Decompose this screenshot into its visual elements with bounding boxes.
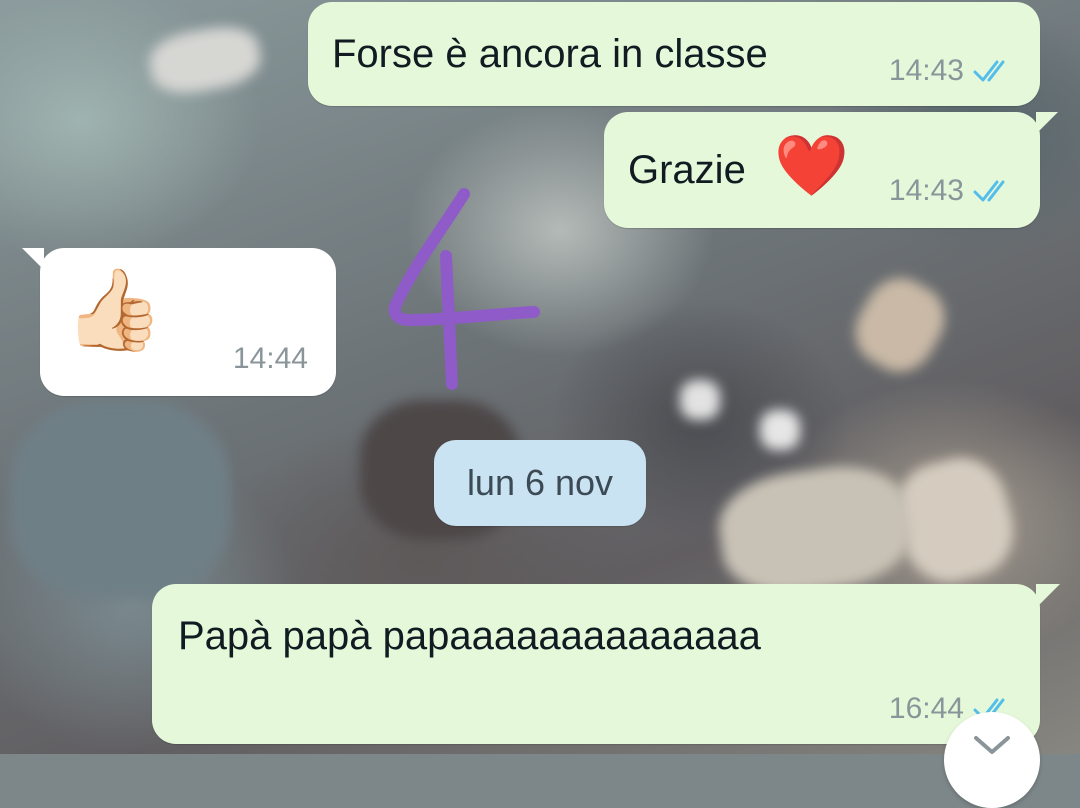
message-incoming[interactable]: 👍🏻 14:44	[22, 248, 336, 396]
date-separator: lun 6 nov	[434, 440, 646, 526]
bubble-tail	[22, 248, 44, 270]
bubble-tail	[1036, 584, 1060, 608]
bubble-tail	[1036, 112, 1058, 134]
message-meta: 14:43	[889, 54, 1016, 88]
message-text: Papà papà papaaaaaaaaaaaaaa	[178, 614, 761, 658]
message-time: 16:44	[888, 692, 964, 725]
double-check-icon	[973, 60, 1005, 82]
message-time: 14:43	[888, 54, 964, 87]
message-outgoing[interactable]: Grazie ❤️ 14:43	[604, 112, 1058, 228]
message-text: Grazie	[628, 148, 746, 192]
scroll-to-bottom-button[interactable]	[944, 712, 1040, 808]
message-time: 14:43	[888, 174, 964, 207]
double-check-icon	[973, 180, 1005, 202]
thumbs-up-emoji: 👍🏻	[64, 263, 164, 356]
message-text: Forse è ancora in classe	[332, 32, 768, 76]
handwritten-annotation	[388, 188, 540, 390]
message-time: 14:44	[232, 342, 308, 375]
message-outgoing[interactable]: Forse è ancora in classe 14:43	[308, 2, 1040, 106]
message-outgoing[interactable]: Papà papà papaaaaaaaaaaaaaa 16:44	[152, 584, 1060, 744]
message-meta: 14:44	[233, 342, 308, 376]
message-meta: 14:43	[889, 174, 1016, 208]
heart-emoji: ❤️	[774, 131, 849, 201]
chevron-down-icon	[974, 736, 1010, 754]
